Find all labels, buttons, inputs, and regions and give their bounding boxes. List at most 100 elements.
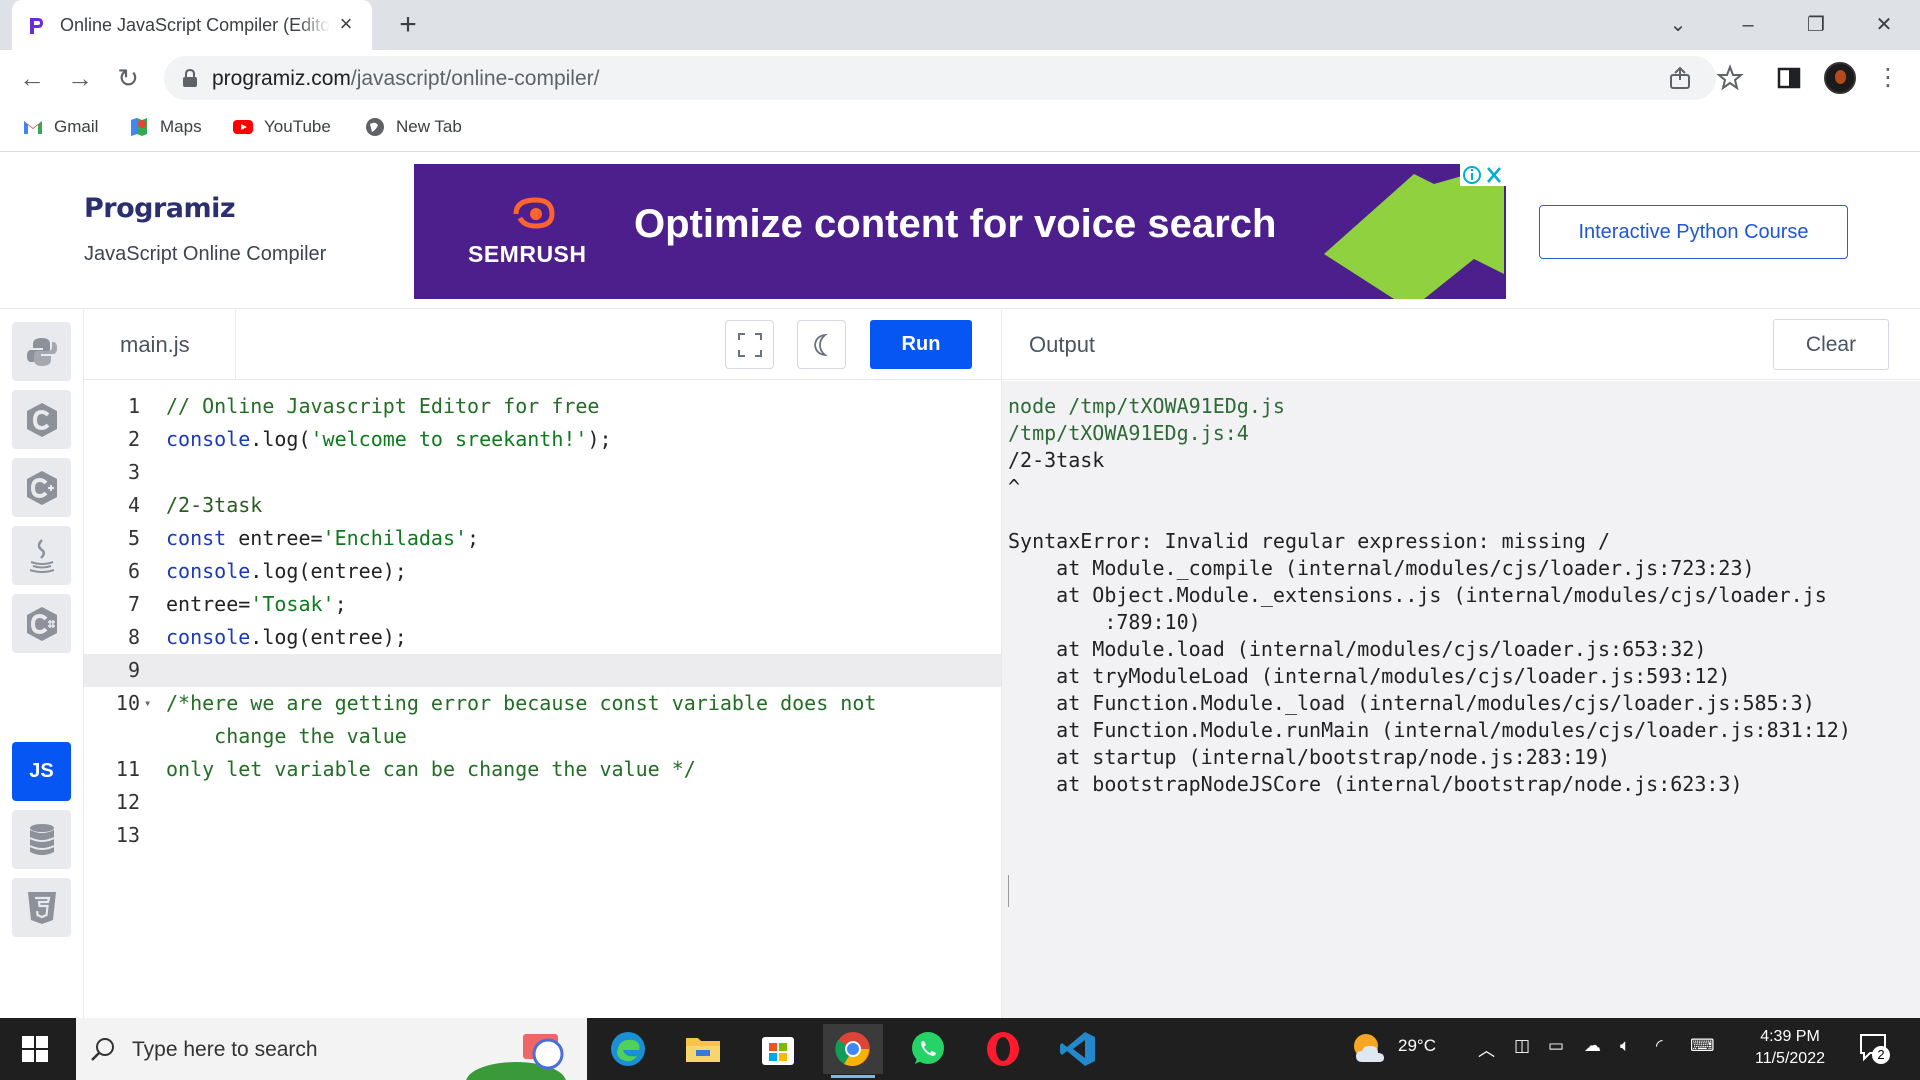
onedrive-icon[interactable]: ☁: [1584, 1036, 1601, 1056]
code-line[interactable]: change the value: [84, 720, 1002, 753]
share-icon[interactable]: [1666, 64, 1694, 92]
run-button[interactable]: Run: [870, 320, 972, 369]
file-tab-main-js[interactable]: main.js: [84, 310, 236, 380]
html5-icon[interactable]: [12, 878, 71, 937]
sql-icon[interactable]: [12, 810, 71, 869]
weather-icon[interactable]: [1350, 1030, 1390, 1068]
code-line[interactable]: 11 only let variable can be change the va…: [84, 753, 1002, 786]
minimize-button[interactable]: –: [1728, 8, 1768, 42]
java-icon[interactable]: [12, 526, 71, 585]
restore-button[interactable]: ❐: [1796, 8, 1836, 42]
reload-icon[interactable]: ↻: [110, 60, 146, 96]
clear-button[interactable]: Clear: [1773, 319, 1889, 370]
windows-start-icon[interactable]: [22, 1036, 48, 1062]
fullscreen-icon[interactable]: [725, 320, 774, 369]
bookmark-gmail[interactable]: Gmail: [22, 116, 98, 138]
volume-icon[interactable]: 🔈︎: [1620, 1036, 1630, 1056]
menu-kebab-icon[interactable]: ⋮: [1870, 60, 1906, 96]
code-text: console.log('welcome to sreekanth!');: [166, 427, 612, 451]
notification-center-icon[interactable]: 2: [1858, 1032, 1894, 1066]
output-toolbar: Output Clear: [1002, 310, 1920, 380]
fold-arrow-icon[interactable]: ▾: [144, 687, 151, 720]
tab-search-icon[interactable]: ⌄: [1658, 8, 1698, 42]
code-line[interactable]: 13: [84, 819, 1002, 852]
page-subtitle: JavaScript Online Compiler: [84, 243, 327, 265]
programiz-logo[interactable]: Programiz: [84, 193, 236, 224]
close-window-button[interactable]: ✕: [1864, 8, 1904, 42]
show-hidden-icons[interactable]: ︿: [1478, 1036, 1495, 1061]
output-line: at bootstrapNodeJSCore (internal/bootstr…: [1008, 772, 1743, 796]
site-header: Programiz JavaScript Online Compiler SEM…: [0, 153, 1920, 309]
opera-icon[interactable]: [973, 1024, 1033, 1074]
side-panel-icon[interactable]: [1775, 64, 1803, 92]
maps-icon: [131, 118, 147, 136]
line-number: 13: [115, 823, 140, 847]
editor-toolbar: main.js Run: [84, 310, 1002, 380]
tab-close-icon[interactable]: ×: [334, 13, 358, 37]
weather-temperature[interactable]: 29°C: [1398, 1036, 1436, 1056]
code-text: only let variable can be change the valu…: [166, 757, 696, 781]
store-icon[interactable]: [748, 1024, 808, 1074]
python-icon[interactable]: [12, 322, 71, 381]
code-editor[interactable]: 1 // Online Javascript Editor for free 2 co…: [84, 381, 1002, 1018]
code-text: /*here we are getting error because cons…: [166, 691, 877, 715]
advertisement-banner[interactable]: SEMRUSH Optimize content for voice searc…: [414, 164, 1506, 299]
bookmark-youtube[interactable]: YouTube: [232, 116, 331, 138]
taskbar-search-box[interactable]: Type here to search: [76, 1018, 587, 1080]
forward-icon[interactable]: →: [62, 60, 98, 96]
bookmark-maps[interactable]: Maps: [128, 116, 202, 138]
code-line[interactable]: 3: [84, 456, 1002, 489]
code-line[interactable]: 7 entree='Tosak';: [84, 588, 1002, 621]
output-line: /2-3task: [1008, 448, 1105, 472]
browser-tab[interactable]: Online JavaScript Compiler (Editor) ×: [12, 0, 372, 51]
tab-title: Online JavaScript Compiler (Editor): [60, 15, 330, 35]
file-explorer-icon[interactable]: [673, 1024, 733, 1074]
bookmark-new-tab[interactable]: New Tab: [364, 116, 462, 138]
system-clock[interactable]: 4:39 PM 11/5/2022: [1740, 1026, 1840, 1070]
code-line[interactable]: 9: [84, 654, 1002, 687]
ad-choices-icon[interactable]: [1460, 164, 1506, 186]
javascript-language-button[interactable]: JS: [12, 742, 71, 801]
code-line[interactable]: 10 ▾ /*here we are getting error because c…: [84, 687, 1002, 720]
battery-icon[interactable]: ▭: [1548, 1036, 1564, 1056]
line-number: 4: [127, 493, 140, 517]
gmail-icon: [24, 121, 42, 134]
code-line[interactable]: 1 // Online Javascript Editor for free: [84, 390, 1002, 423]
code-line[interactable]: 6 console.log(entree);: [84, 555, 1002, 588]
code-text: /2-3task: [166, 493, 263, 517]
cpp-icon[interactable]: [12, 458, 71, 517]
ad-brand: SEMRUSH: [468, 241, 587, 267]
wifi-icon[interactable]: ◜: [1656, 1036, 1663, 1056]
line-number: 12: [115, 790, 140, 814]
csharp-icon[interactable]: [12, 594, 71, 653]
tab-strip: Online JavaScript Compiler (Editor) × + …: [0, 0, 1920, 51]
url-text[interactable]: programiz.com/javascript/online-compiler…: [212, 67, 599, 91]
code-line[interactable]: 4/2-3task: [84, 489, 1002, 522]
c-icon[interactable]: [12, 390, 71, 449]
code-line[interactable]: 8 console.log(entree);: [84, 621, 1002, 654]
chrome-icon[interactable]: [823, 1024, 883, 1078]
code-line[interactable]: 2 console.log('welcome to sreekanth!');: [84, 423, 1002, 456]
line-number: 2: [127, 427, 140, 451]
output-title: Output: [1029, 332, 1096, 357]
meet-now-icon[interactable]: ◫: [1514, 1036, 1530, 1056]
dark-mode-moon-icon[interactable]: [797, 320, 846, 369]
back-icon[interactable]: ←: [14, 60, 50, 96]
code-line[interactable]: 12: [84, 786, 1002, 819]
notification-count: 2: [1872, 1046, 1890, 1064]
search-highlight-icon: [466, 1034, 566, 1080]
address-bar[interactable]: programiz.com/javascript/online-compiler…: [164, 56, 1716, 100]
semrush-flame-icon: [513, 197, 555, 229]
code-line[interactable]: 5 const entree='Enchiladas';: [84, 522, 1002, 555]
profile-avatar[interactable]: [1824, 62, 1856, 94]
bookmark-star-icon[interactable]: [1716, 64, 1744, 92]
new-tab-button[interactable]: +: [390, 8, 426, 44]
vscode-icon[interactable]: [1048, 1024, 1108, 1074]
whatsapp-icon[interactable]: [898, 1024, 958, 1074]
interactive-python-course-button[interactable]: Interactive Python Course: [1539, 205, 1848, 259]
output-console[interactable]: node /tmp/tXOWA91EDg.js/tmp/tXOWA91EDg.j…: [1002, 381, 1920, 1018]
code-text: console.log(entree);: [166, 559, 407, 583]
keyboard-icon[interactable]: ⌨: [1690, 1036, 1715, 1056]
code-text: // Online Javascript Editor for free: [166, 394, 600, 418]
edge-icon[interactable]: [598, 1024, 658, 1074]
